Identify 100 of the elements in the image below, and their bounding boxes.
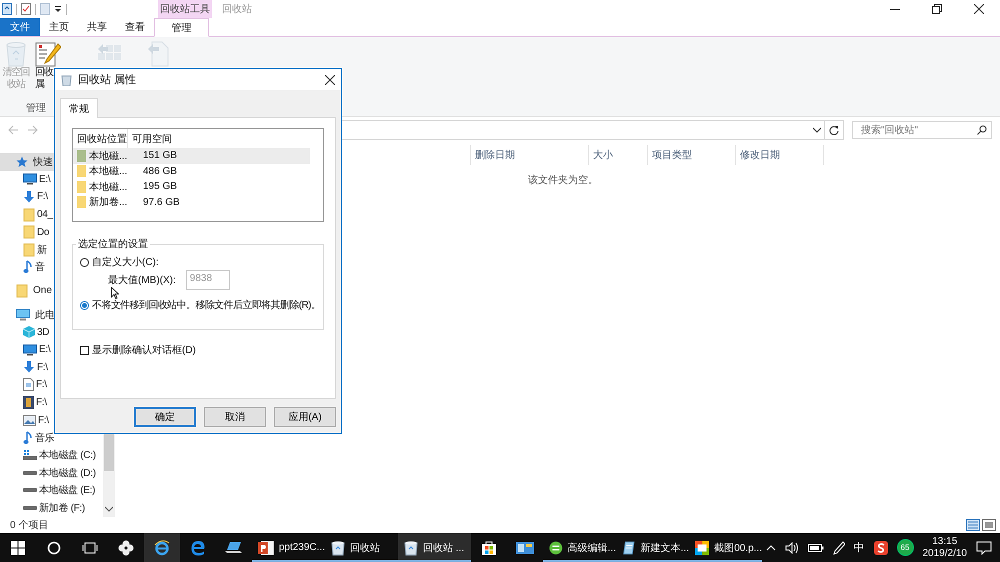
search-field[interactable]: 搜索"回收站" <box>852 121 992 139</box>
nav-item[interactable]: F:\ <box>0 411 103 429</box>
folder-icon <box>16 284 28 298</box>
maximize-icon <box>932 4 942 14</box>
drive-icon <box>23 470 37 476</box>
list-row[interactable]: 本地磁... 151 GB <box>73 148 310 164</box>
powerpoint-icon <box>258 540 274 556</box>
list-row[interactable]: 本地磁... 195 GB <box>73 179 310 194</box>
drive-folder-icon <box>77 165 86 178</box>
column-header[interactable]: 项目类型 <box>647 145 735 165</box>
radio-indicator[interactable] <box>80 258 89 266</box>
column-header[interactable]: 大小 <box>588 145 647 165</box>
restore-file-icon <box>147 41 169 67</box>
nav-item[interactable]: 新加卷 (F:) <box>0 499 103 517</box>
notification-icon <box>976 540 992 554</box>
circle-icon <box>47 540 61 554</box>
monitor-icon <box>23 173 37 186</box>
nav-item[interactable]: One <box>0 282 103 300</box>
radio-indicator[interactable] <box>80 300 89 310</box>
laptop-icon <box>225 540 243 554</box>
recycle-bin-icon <box>61 74 72 86</box>
speaker-icon <box>784 542 798 554</box>
forward-arrow-icon <box>28 125 38 135</box>
group-title: 选定位置的设置 <box>76 237 150 251</box>
column-header[interactable]: 修改日期 <box>735 145 824 165</box>
properties-icon <box>2 3 12 15</box>
image-icon <box>23 414 36 426</box>
empty-folder-message: 该文件夹为空。 <box>528 174 598 187</box>
ie-logo-icon <box>154 540 170 556</box>
ribbon-button[interactable]: 回收 属 <box>35 41 61 91</box>
ime-indicator[interactable]: 中 <box>854 540 864 555</box>
radio-button[interactable]: 自定义大小(C): <box>80 255 159 269</box>
nav-item[interactable]: 本地磁盘 (E:) <box>0 482 103 500</box>
mouse-cursor-icon <box>111 287 119 299</box>
ribbon-tab[interactable]: 主页 <box>40 18 78 36</box>
ribbon-tab[interactable]: 文件 <box>0 18 40 36</box>
taskbar-button[interactable]: 截图00.p... <box>689 533 762 562</box>
dialog-button[interactable]: 取消 <box>204 407 266 427</box>
input-method-icon <box>874 540 888 554</box>
app-logo-icon <box>549 540 563 556</box>
nav-item[interactable]: 本地磁盘 (C:) <box>0 446 103 464</box>
dialog-button[interactable]: 确定 <box>134 407 196 427</box>
store-bag-icon <box>481 540 497 556</box>
folder-icon <box>23 208 35 222</box>
nav-item[interactable]: F:\ <box>0 394 103 412</box>
drive-folder-icon <box>77 196 86 208</box>
battery-icon <box>808 542 824 552</box>
properties-pencil-icon <box>35 41 61 67</box>
ribbon-tab[interactable]: 共享 <box>78 18 116 36</box>
ribbon-group-label: 管理 <box>26 102 46 115</box>
nav-item[interactable]: 3D <box>0 323 103 341</box>
close-icon <box>974 4 984 14</box>
context-tab-group: 回收站工具 <box>158 0 212 18</box>
checklist-icon <box>21 3 31 15</box>
taskbar-button[interactable]: 新建文本... <box>616 533 689 562</box>
nav-item[interactable]: F:\ <box>0 376 103 394</box>
radio-button[interactable]: 不将文件移到回收站中。移除文件后立即将其删除(R)。 <box>80 298 320 312</box>
drive-icon <box>23 505 37 512</box>
monitor-icon <box>23 344 37 356</box>
control-panel-icon <box>516 540 534 554</box>
drive-icon <box>23 450 37 460</box>
details-view-icon <box>966 519 980 531</box>
windows-logo-icon <box>11 540 25 554</box>
checkbox[interactable]: 显示删除确认对话框(D) <box>80 343 324 357</box>
notepad-icon <box>622 540 636 556</box>
window-title: 回收站 <box>221 2 253 17</box>
field-label: 最大值(MB)(X): <box>108 274 176 287</box>
music-note-icon <box>23 430 33 445</box>
refresh-icon <box>829 125 839 135</box>
refresh-button[interactable] <box>824 120 844 140</box>
column-header[interactable]: 可用空间 <box>128 129 311 148</box>
download-arrow-icon <box>23 190 35 203</box>
download-arrow-icon <box>23 361 35 374</box>
close-button[interactable] <box>325 74 335 84</box>
column-header[interactable]: 删除日期 <box>470 145 588 165</box>
nav-item[interactable]: 本地磁盘 (D:) <box>0 464 103 482</box>
dialog-tab[interactable]: 常规 <box>60 98 98 118</box>
edge-logo-icon <box>190 540 206 556</box>
taskbar-button[interactable]: 回收站 ... <box>398 533 471 562</box>
chevron-up-icon <box>766 544 776 550</box>
screenshot-app-icon <box>695 540 710 556</box>
scroll-down-icon <box>105 506 113 512</box>
ribbon-tab[interactable]: 查看 <box>116 18 154 36</box>
dialog-button[interactable]: 应用(A) <box>274 407 336 427</box>
folder-icon <box>23 225 35 240</box>
dialog-title: 回收站 属性 <box>78 73 138 87</box>
search-icon <box>977 125 987 135</box>
folder-icon <box>23 242 35 257</box>
star-icon <box>16 156 28 168</box>
nav-item[interactable]: 音乐 <box>0 428 103 446</box>
taskbar-button[interactable]: 高级编辑... <box>543 533 616 562</box>
nav-item[interactable]: F:\ <box>0 358 103 376</box>
document-icon <box>23 378 34 392</box>
task-view-icon <box>82 540 98 554</box>
checkbox-indicator[interactable] <box>80 346 89 354</box>
clock[interactable]: 13:15 2019/2/10 <box>922 536 967 560</box>
chevron-down-icon <box>813 127 821 133</box>
pen-icon <box>832 540 844 554</box>
ribbon-tab[interactable]: 管理 <box>154 18 209 37</box>
taskbar-button[interactable]: ppt239C... <box>252 533 325 562</box>
